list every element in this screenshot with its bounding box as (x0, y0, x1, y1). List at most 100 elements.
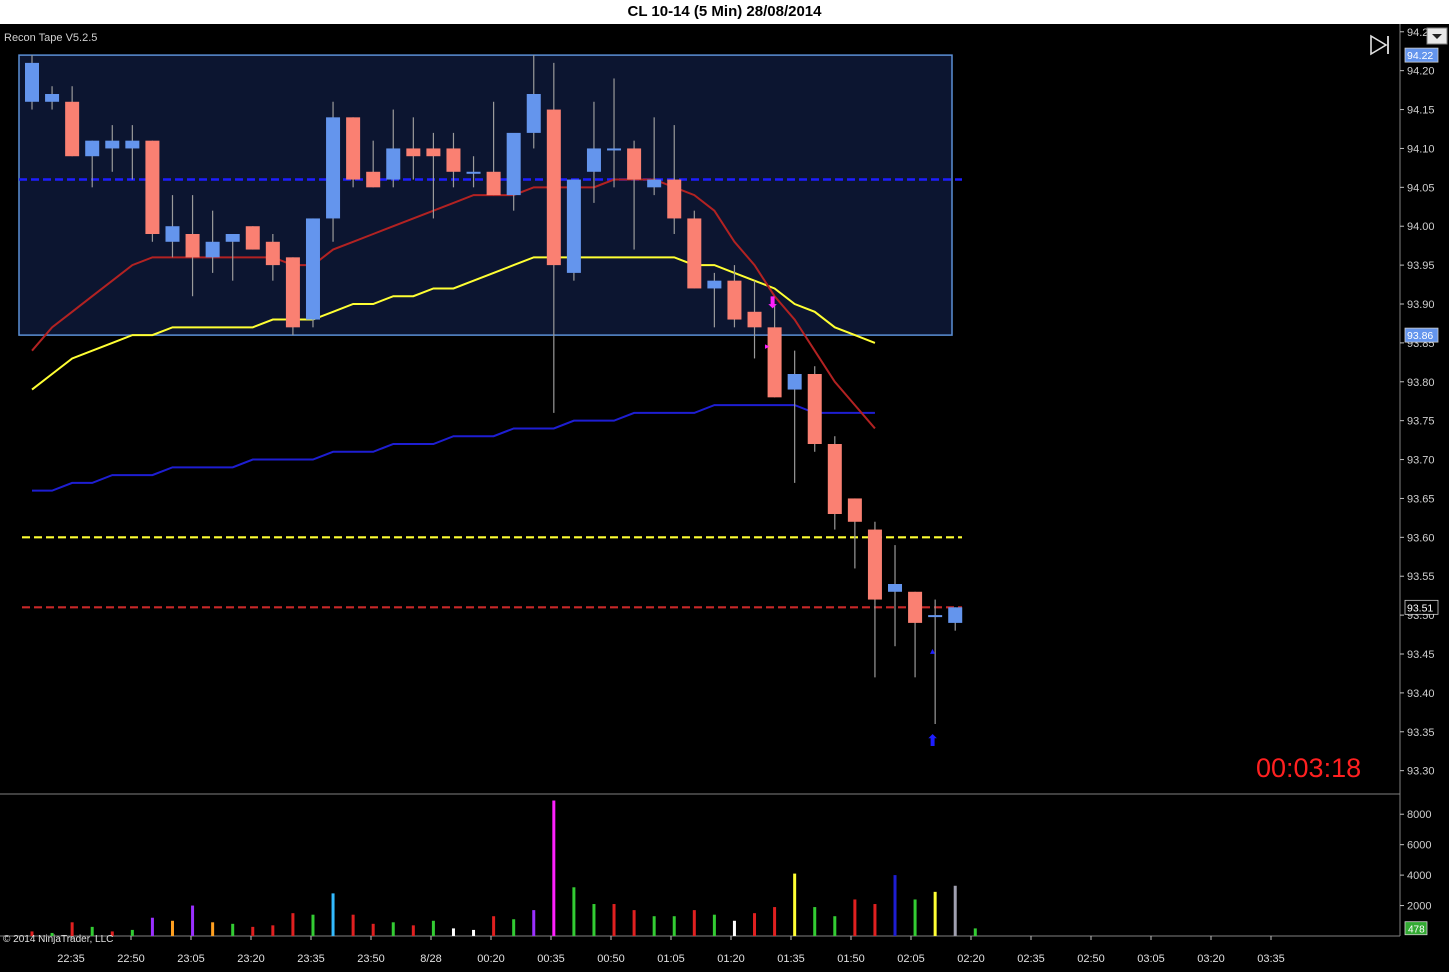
candle-body (386, 148, 401, 180)
scroll-to-end-button[interactable] (1366, 32, 1392, 58)
time-tick-label: 01:20 (717, 953, 745, 965)
volume-bar (732, 920, 736, 936)
volume-tick-label: 8000 (1407, 809, 1431, 821)
price-tick-label: 94.15 (1407, 105, 1435, 117)
volume-bar (311, 914, 315, 936)
volume-bar (291, 913, 295, 936)
candle (285, 257, 300, 336)
volume-bar (391, 922, 395, 936)
time-tick-label: 23:20 (237, 953, 265, 965)
volume-bar (411, 925, 415, 936)
candle-body (45, 94, 60, 102)
volume-bar (351, 914, 355, 936)
candle-body (767, 327, 782, 398)
time-tick-label: 03:05 (1137, 953, 1165, 965)
candle-body (787, 374, 802, 390)
candle-body (607, 148, 622, 151)
candle-body (205, 241, 220, 258)
volume-bar (130, 929, 134, 936)
time-tick-label: 00:20 (477, 953, 505, 965)
time-tick-label: 02:50 (1077, 953, 1105, 965)
price-marker: 94.22 (1404, 47, 1439, 63)
volume-bar (451, 928, 455, 936)
price-marker-label: 93.51 (1407, 602, 1433, 614)
buy-small-arrow-icon: ▴ (930, 646, 935, 657)
price-tick-label: 93.35 (1407, 727, 1435, 739)
candle-body (85, 140, 100, 157)
candle-body (687, 218, 702, 289)
bar-timer: 00:03:18 (1256, 753, 1361, 783)
volume-tick-label: 2000 (1407, 901, 1431, 913)
price-tick-label: 93.70 (1407, 455, 1435, 467)
price-marker-label: 93.86 (1407, 330, 1433, 342)
price-tick-label: 94.00 (1407, 221, 1435, 233)
volume-tick-label: 6000 (1407, 840, 1431, 852)
time-tick-label: 23:50 (357, 953, 385, 965)
candle-body (305, 218, 320, 320)
candle-body (807, 374, 822, 444)
time-tick-label: 00:50 (597, 953, 625, 965)
window-title: CL 10-14 (5 Min) 28/08/2014 (0, 0, 1449, 24)
candle-body (667, 179, 682, 219)
volume-bar (793, 873, 797, 936)
candle-body (486, 171, 501, 196)
price-tick-label: 94.20 (1407, 66, 1435, 78)
volume-bar (853, 899, 857, 936)
volume-bar (170, 920, 174, 936)
time-tick-label: 23:35 (297, 953, 325, 965)
volume-bar (833, 916, 837, 936)
volume-bar (672, 916, 676, 936)
chart-window: CL 10-14 (5 Min) 28/08/2014 94.25 94.20 94… (0, 0, 1449, 972)
volume-bar (632, 910, 636, 936)
candle-body (466, 171, 481, 174)
candle-body (346, 117, 361, 180)
volume-bar (191, 905, 195, 936)
time-tick-label: 8/28 (420, 953, 441, 965)
candle (305, 218, 320, 328)
price-tick-label: 93.65 (1407, 493, 1435, 505)
price-tick-label: 93.80 (1407, 377, 1435, 389)
candle-body (165, 226, 180, 242)
candle (566, 179, 581, 281)
time-tick-label: 22:50 (117, 953, 145, 965)
volume-bar (873, 904, 877, 936)
candle-body (145, 140, 160, 234)
volume-bar (813, 907, 817, 936)
candle (687, 210, 702, 289)
price-marker: 93.86 (1404, 327, 1439, 343)
candle-body (446, 148, 461, 172)
candle-body (65, 101, 80, 157)
volume-current-label: 478 (1408, 925, 1425, 936)
price-tick-label: 94.05 (1407, 182, 1435, 194)
price-tick-label: 93.90 (1407, 299, 1435, 311)
sell-signal-arrow-icon: ⬇ (766, 293, 779, 312)
candle-body (546, 109, 561, 266)
chart-canvas[interactable]: 94.2594.2094.1594.1094.0594.0093.9593.90… (0, 24, 1449, 972)
price-tick-label: 93.40 (1407, 688, 1435, 700)
volume-bar (231, 923, 235, 936)
volume-bar (712, 914, 716, 936)
volume-bar (592, 904, 596, 936)
volume-tick-label: 4000 (1407, 870, 1431, 882)
candle-body (225, 234, 240, 242)
price-tick-label: 93.60 (1407, 532, 1435, 544)
buy-signal-arrow-icon: ⬆ (926, 731, 939, 750)
volume-bar (953, 885, 957, 936)
indicator-label: Recon Tape V5.2.5 (4, 32, 97, 44)
candle-body (928, 615, 943, 618)
price-marker-label: 94.22 (1407, 50, 1433, 62)
volume-bar (492, 916, 496, 936)
candle (25, 55, 39, 110)
price-tick-label: 93.75 (1407, 416, 1435, 428)
sell-small-arrow-icon: ▸ (765, 342, 770, 352)
volume-bar (572, 887, 576, 936)
time-tick-label: 22:35 (57, 953, 85, 965)
candle-body (185, 234, 200, 258)
volume-bar (271, 925, 275, 936)
volume-bar (612, 904, 616, 936)
volume-bar (552, 800, 556, 936)
panel-menu-button[interactable] (1426, 27, 1448, 45)
volume-bar (431, 920, 435, 936)
time-tick-label: 03:35 (1257, 953, 1285, 965)
time-tick-label: 01:50 (837, 953, 865, 965)
